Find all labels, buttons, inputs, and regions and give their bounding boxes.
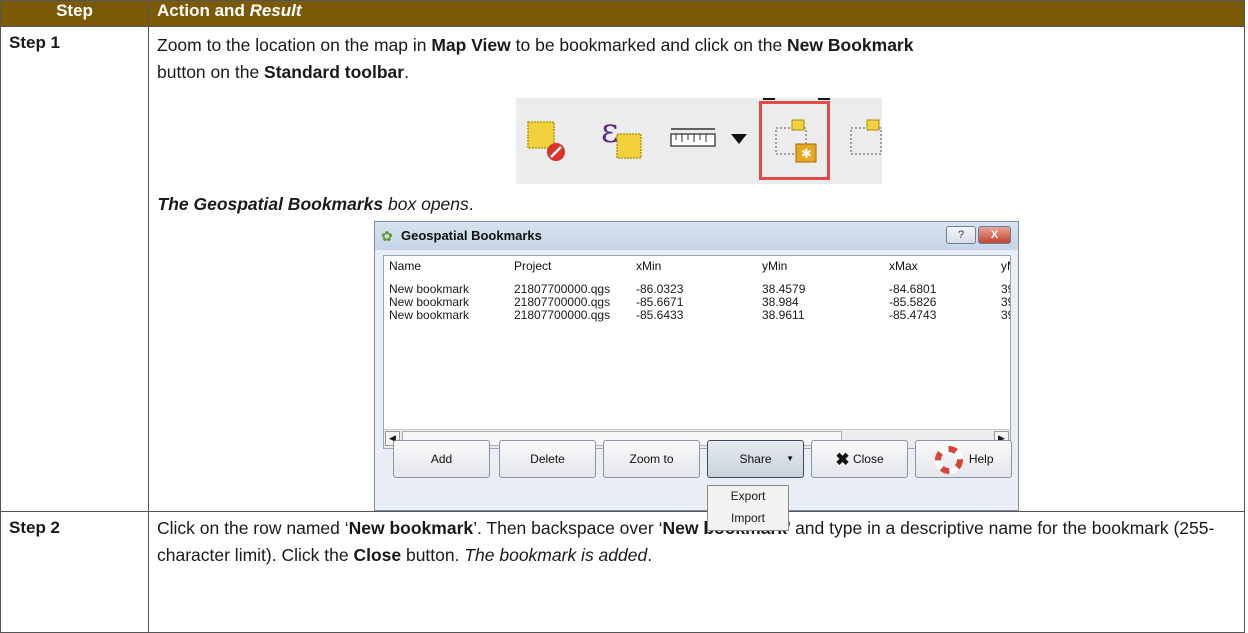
- toolbar-edge-mark: [763, 98, 775, 100]
- header-step: Step: [0, 0, 149, 27]
- cell-ymin: 38.9611: [762, 308, 805, 322]
- deselect-icon[interactable]: [526, 120, 566, 164]
- close-button[interactable]: ✖ Close: [811, 440, 908, 478]
- col-ymax[interactable]: yM: [1001, 259, 1010, 273]
- new-bookmark-icon[interactable]: ✱: [774, 118, 820, 166]
- share-dropdown-icon: ▼: [786, 454, 794, 463]
- cell-xmin: -85.6433: [636, 308, 684, 322]
- col-name[interactable]: Name: [389, 259, 421, 273]
- geospatial-bookmarks-dialog: ✿ Geospatial Bookmarks ? X Name Project …: [374, 221, 1019, 531]
- step2-content: Click on the row named ‘New bookmark’. T…: [148, 511, 1245, 633]
- lifebuoy-icon: [935, 445, 964, 474]
- zoom-to-button[interactable]: Zoom to: [603, 440, 700, 478]
- dialog-title: Geospatial Bookmarks: [401, 228, 542, 243]
- delete-button[interactable]: Delete: [499, 440, 596, 478]
- col-xmin[interactable]: xMin: [636, 259, 661, 273]
- share-menu: Export Import: [707, 485, 789, 531]
- cell-ymax: 39: [1001, 308, 1010, 322]
- help-label: Help: [968, 452, 994, 466]
- cell-xmax: -85.4743: [889, 308, 937, 322]
- show-bookmarks-icon[interactable]: [849, 118, 883, 158]
- window-close-button[interactable]: X: [978, 226, 1011, 244]
- measure-icon[interactable]: [670, 126, 716, 152]
- qgis-icon: ✿: [381, 228, 393, 244]
- close-x-icon: ✖: [835, 449, 850, 469]
- dropdown-arrow-icon[interactable]: [731, 134, 747, 146]
- col-project[interactable]: Project: [514, 259, 551, 273]
- help-button[interactable]: Help: [915, 440, 1012, 478]
- step1-label: Step 1: [0, 26, 149, 512]
- step2-label: Step 2: [0, 511, 149, 633]
- standard-toolbar: ε ✱: [516, 98, 882, 184]
- cell-project: 21807700000.qgs: [514, 308, 611, 322]
- dialog-titlebar[interactable]: ✿ Geospatial Bookmarks ? X: [375, 222, 1018, 250]
- add-button[interactable]: Add: [393, 440, 490, 478]
- svg-text:ε: ε: [601, 112, 619, 151]
- header-action: Action and Result: [148, 0, 1245, 27]
- col-ymin[interactable]: yMin: [762, 259, 787, 273]
- share-button[interactable]: Share ▼: [707, 440, 804, 478]
- share-label: Share: [739, 452, 772, 466]
- window-help-button[interactable]: ?: [946, 226, 976, 244]
- expression-select-icon[interactable]: ε: [599, 112, 647, 162]
- cell-name: New bookmark: [389, 308, 470, 322]
- menu-item-import[interactable]: Import: [708, 511, 788, 525]
- step1-result: The Geospatial Bookmarks box opens.: [157, 193, 474, 214]
- bookmarks-list[interactable]: Name Project xMin yMin xMax yM New bookm…: [383, 255, 1011, 449]
- close-label: Close: [852, 452, 884, 466]
- svg-text:✱: ✱: [801, 147, 812, 162]
- menu-item-export[interactable]: Export: [708, 489, 788, 503]
- col-xmax[interactable]: xMax: [889, 259, 918, 273]
- toolbar-edge-mark: [818, 98, 830, 100]
